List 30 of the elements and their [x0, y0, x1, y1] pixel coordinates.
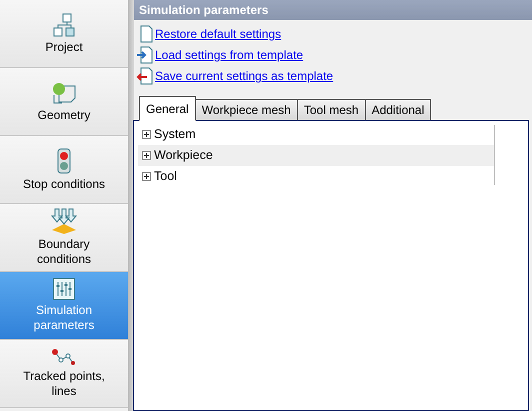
template-link[interactable]: Restore default settings: [155, 25, 282, 43]
tree-label: Workpiece: [154, 147, 213, 164]
document-arrow-icon: [136, 46, 154, 64]
sphere-and-cube-icon: [51, 80, 77, 104]
template-link[interactable]: Save current settings as template: [155, 67, 334, 85]
hierarchy-icon: [52, 12, 76, 36]
sidebar-item[interactable]: Geometry: [0, 68, 128, 136]
tab[interactable]: General: [139, 96, 196, 121]
sliders-icon: [53, 278, 75, 300]
panel-title: Simulation parameters: [139, 2, 268, 19]
sidebar-item[interactable]: Boundary conditions: [0, 204, 128, 272]
arrows-down-icon: [50, 208, 78, 234]
tree-label: Tool: [154, 168, 177, 186]
sidebar-item[interactable]: Simulation parameters: [0, 272, 128, 340]
tree-row[interactable]: Tool: [138, 166, 494, 187]
tree-row[interactable]: Workpiece: [138, 145, 494, 166]
tab[interactable]: Workpiece mesh: [194, 99, 298, 121]
document-arrow-icon: [136, 67, 154, 85]
expand-icon[interactable]: [142, 172, 151, 181]
expand-icon[interactable]: [142, 151, 151, 160]
template-link[interactable]: Load settings from template: [155, 46, 304, 64]
sidebar-item[interactable]: Stop conditions: [0, 136, 128, 204]
sidebar-item[interactable]: Project: [0, 0, 128, 68]
tree-row[interactable]: System: [138, 124, 494, 145]
tab[interactable]: Tool mesh: [296, 99, 366, 121]
tree-label: System: [154, 126, 196, 144]
tab[interactable]: Additional: [364, 99, 432, 121]
tracked-path-icon: [51, 348, 77, 366]
sidebar-item[interactable]: Tracked points, lines: [0, 340, 128, 408]
expand-icon[interactable]: [142, 130, 151, 139]
